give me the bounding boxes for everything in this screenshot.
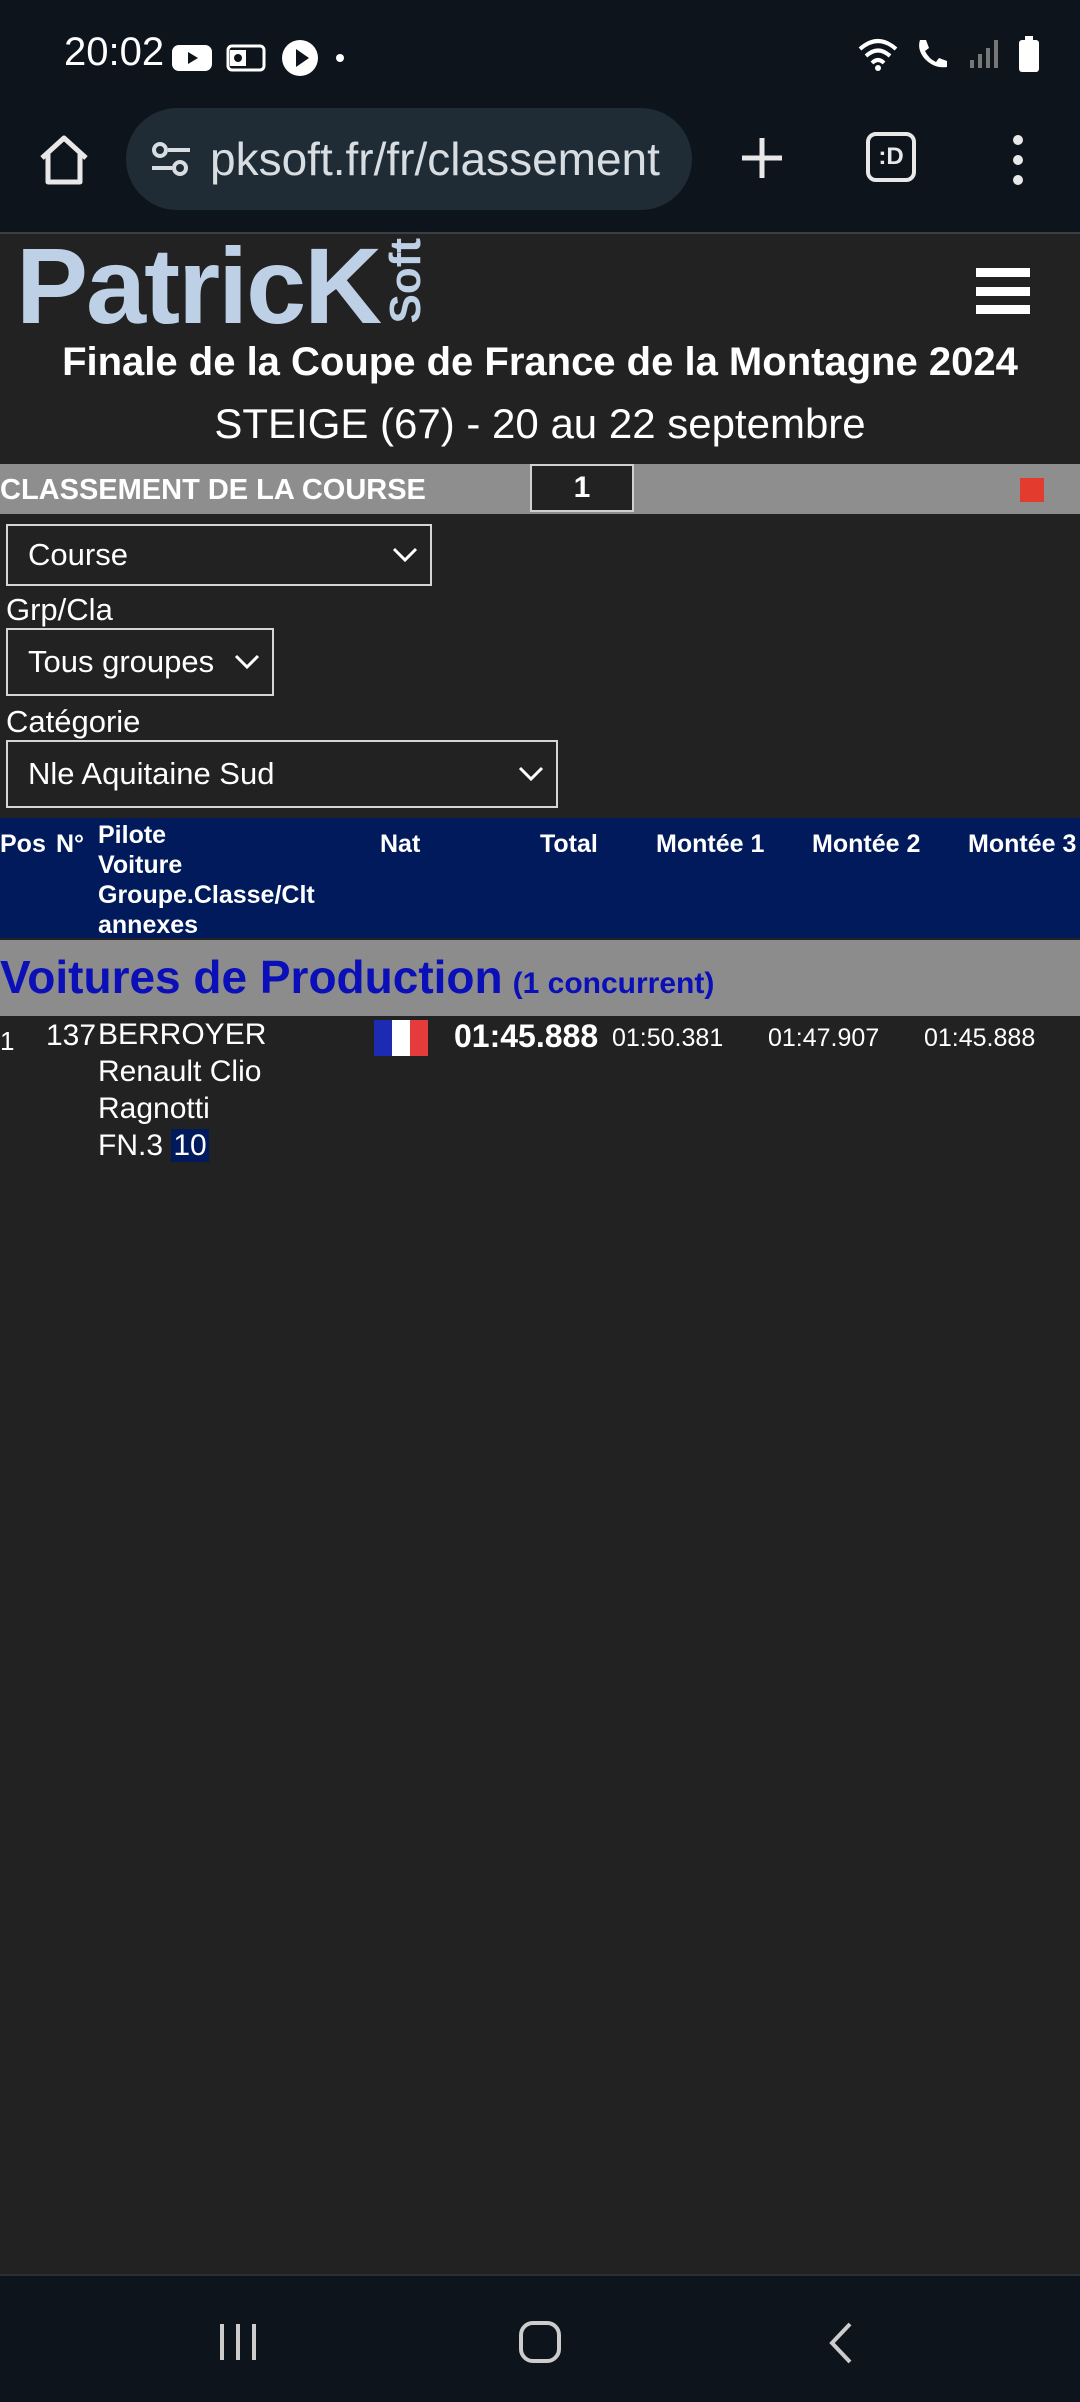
group-select[interactable]: Tous groupes [6,628,274,696]
group-select-value: Tous groupes [28,644,215,679]
site-logo[interactable]: PatricK Soft [16,225,431,346]
header-total: Total [540,830,598,858]
row-pilote[interactable]: BERROYER [98,1016,266,1053]
address-bar[interactable]: pksoft.fr/fr/classement [126,108,692,210]
youtube-icon [172,45,212,71]
header-pos: Pos [0,830,46,858]
row-montee-2: 01:47.907 [768,1024,880,1052]
header-montee-2: Montée 2 [812,830,921,858]
home-icon[interactable] [34,130,94,190]
url-text: pksoft.fr/fr/classement [210,133,660,185]
group-title-text: Voitures de Production [0,951,503,1003]
signal-icon [970,40,998,68]
course-select-value: Course [28,537,128,572]
row-voiture-1: Renault Clio [98,1055,262,1088]
new-tab-icon[interactable] [732,128,792,188]
header-groupe: Groupe.Classe/Clt [98,881,315,909]
outlook-icon [226,44,266,72]
classement-label: CLASSEMENT DE LA COURSE [0,474,426,506]
system-icons [858,36,1040,72]
live-indicator [1020,478,1044,502]
chevron-down-icon [518,766,544,782]
group-count: (1 concurrent) [512,967,715,1000]
group-header: Voitures de Production (1 concurrent) [0,940,1080,1016]
table-row[interactable]: 1 137 BERROYER Renault Clio Ragnotti FN.… [0,1016,1080,1176]
status-bar: 20:02 [0,0,1080,108]
status-time: 20:02 [64,30,165,74]
classement-bar: CLASSEMENT DE LA COURSE 1 [0,464,1080,514]
browser-toolbar: pksoft.fr/fr/classement :D [0,108,1080,234]
row-clt: 10 [171,1129,209,1162]
hamburger-menu-icon[interactable] [976,268,1030,314]
row-pilote-block: BERROYER Renault Clio Ragnotti FN.3 10 [98,1016,266,1164]
classement-number[interactable]: 1 [530,464,634,512]
grp-label: Grp/Cla [6,592,113,627]
row-montee-1: 01:50.381 [612,1024,724,1052]
recent-apps-icon[interactable] [216,2320,260,2364]
group-title: Voitures de Production (1 concurrent) [0,950,714,1004]
chevron-down-icon [392,547,418,563]
header-montee-1: Montée 1 [656,830,765,858]
wifi-call-icon [919,40,947,68]
row-total: 01:45.888 [454,1018,599,1054]
header-nat: Nat [380,830,421,858]
header-pilote-group: Pilote Voiture Groupe.Classe/Clt annexes [98,820,315,940]
more-options-icon[interactable] [1004,132,1032,188]
home-nav-icon[interactable] [518,2320,562,2364]
notification-icons [172,38,346,78]
france-flag-icon [374,1020,428,1056]
row-pos: 1 [0,1026,15,1056]
row-groupe-line: FN.3 10 [98,1127,266,1164]
event-title: Finale de la Coupe de France de la Monta… [62,340,1018,384]
row-num: 137 [46,1019,97,1052]
event-subtitle: STEIGE (67) - 20 au 22 septembre [214,400,866,447]
row-voiture-2: Ragnotti [98,1092,210,1125]
row-groupe: FN.3 [98,1129,164,1162]
header-montee-3: Montée 3 [968,830,1077,858]
header-pilote: Pilote [98,821,167,849]
chevron-down-icon [234,654,260,670]
category-select-value: Nle Aquitaine Sud [28,756,275,791]
header-annexes: annexes [98,911,199,939]
system-navigation-bar [0,2274,1080,2402]
logo-main-text: PatricK [16,225,382,346]
header-num: N° [56,830,85,858]
play-circle-icon [282,40,318,76]
dot-icon [336,54,344,62]
wifi-icon [858,39,898,71]
results-table-header: Pos N° Pilote Voiture Groupe.Classe/Clt … [0,818,1080,940]
battery-icon [1019,36,1039,72]
row-montee-3: 01:45.888 [924,1024,1036,1052]
site-settings-icon[interactable] [148,136,194,182]
category-select[interactable]: Nle Aquitaine Sud [6,740,558,808]
logo-sub-text: Soft [381,238,431,324]
tab-switcher-button[interactable]: :D [866,132,916,182]
course-select[interactable]: Course [6,524,432,586]
back-icon[interactable] [826,2320,856,2366]
header-voiture: Voiture [98,851,183,879]
category-label: Catégorie [6,704,141,739]
